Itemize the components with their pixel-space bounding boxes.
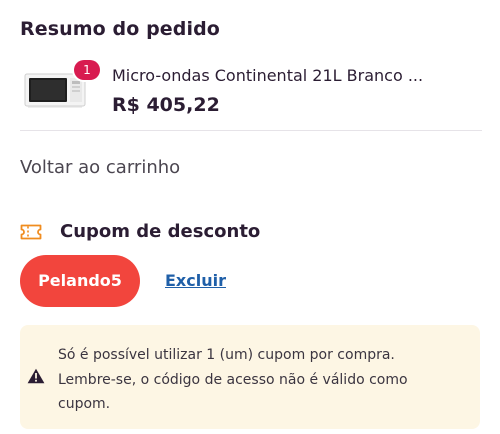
notice-text: Só é possível utilizar 1 (um) cupom por … bbox=[58, 343, 408, 417]
notice-line: Lembre-se, o código de acesso não é váli… bbox=[58, 371, 408, 388]
back-to-cart-link[interactable]: Voltar ao carrinho bbox=[20, 157, 180, 178]
warning-icon bbox=[27, 368, 45, 384]
ticket-icon bbox=[20, 224, 42, 240]
product-name: Micro-ondas Continental 21L Branco ... bbox=[112, 66, 424, 85]
coupon-code-chip: Pelando5 bbox=[20, 255, 140, 307]
coupon-title: Cupom de desconto bbox=[60, 221, 261, 242]
order-summary-title: Resumo do pedido bbox=[20, 18, 220, 40]
notice-line: Só é possível utilizar 1 (um) cupom por … bbox=[58, 347, 395, 363]
divider bbox=[20, 130, 482, 131]
notice-line: cupom. bbox=[58, 396, 111, 412]
remove-coupon-link[interactable]: Excluir bbox=[165, 271, 226, 290]
coupon-notice: Só é possível utilizar 1 (um) cupom por … bbox=[20, 325, 480, 429]
product-price: R$ 405,22 bbox=[112, 94, 220, 116]
order-item: 1 Micro-ondas Continental 21L Branco ...… bbox=[20, 60, 480, 130]
quantity-badge: 1 bbox=[74, 60, 100, 80]
